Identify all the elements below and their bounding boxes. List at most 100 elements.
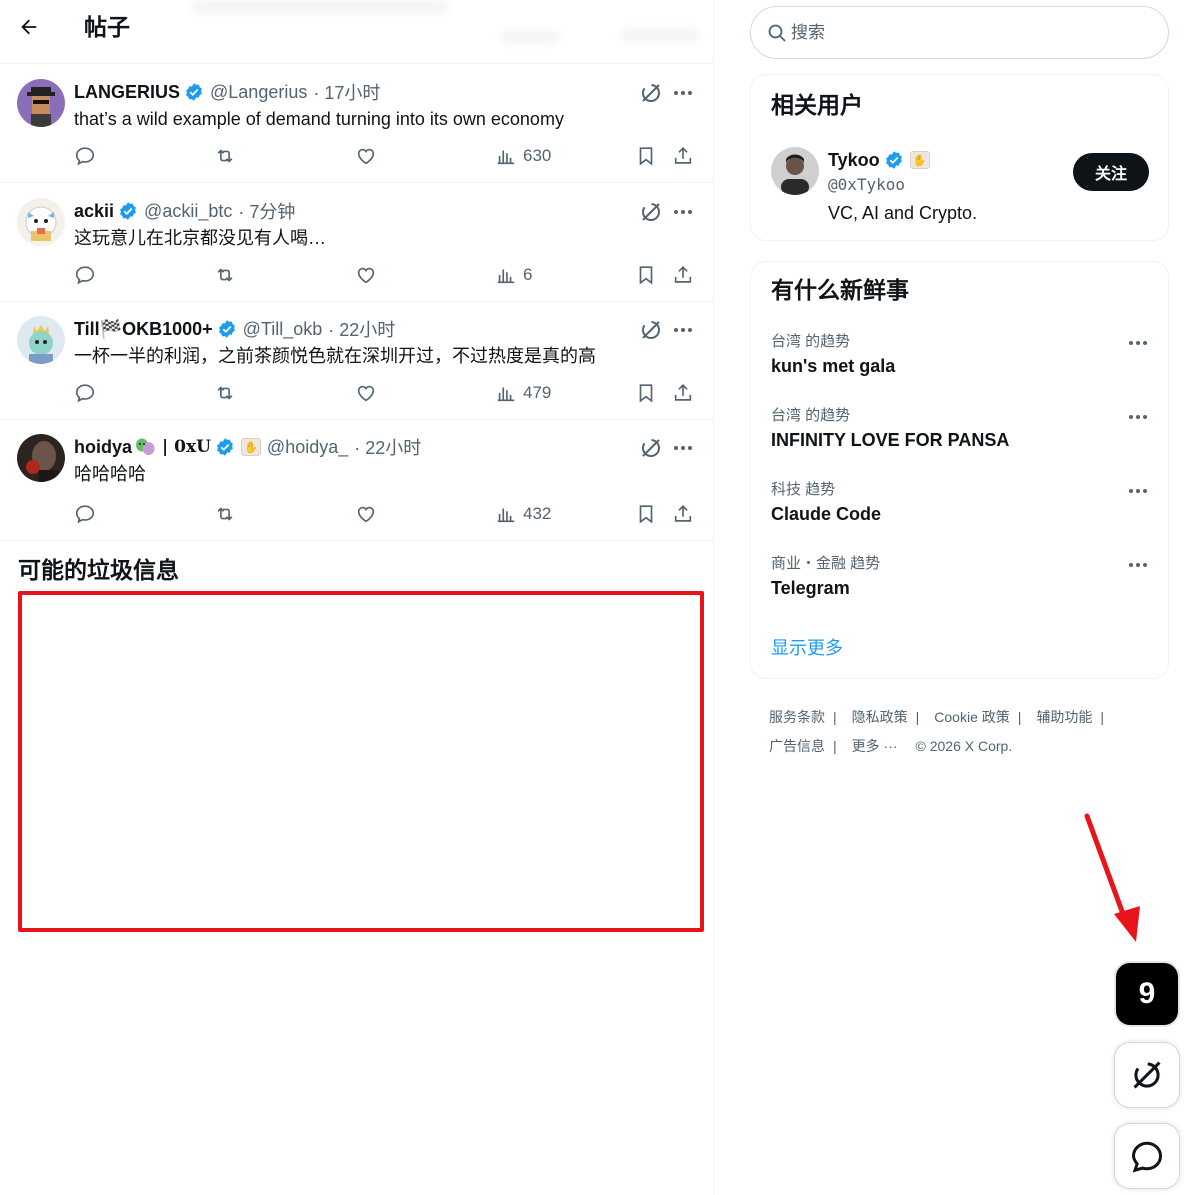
share-icon	[674, 384, 692, 401]
trend-item[interactable]: 台湾 的趋势 kun's met gala	[771, 332, 1151, 392]
footer-link-more[interactable]: 更多 ···	[852, 736, 898, 756]
back-button[interactable]	[14, 12, 44, 42]
bookmark-button[interactable]	[635, 260, 657, 290]
post-time[interactable]: · 22小时	[328, 316, 395, 342]
post[interactable]: Till🏁OKB1000+ @Till_okb · 22小时 一杯一半的利润，之…	[0, 302, 713, 420]
page-header: 帖子	[0, 0, 713, 64]
share-button[interactable]	[672, 141, 694, 171]
post[interactable]: hoidya | 0xU ✋ @hoidya_ · 22小时 哈哈哈哈 432	[0, 420, 713, 541]
views-button[interactable]: 479	[495, 378, 551, 408]
more-options-icon[interactable]	[1127, 554, 1149, 576]
show-more-link[interactable]: 显示更多	[771, 636, 843, 660]
like-button[interactable]	[355, 260, 377, 290]
avatar[interactable]	[17, 79, 65, 127]
avatar[interactable]	[17, 316, 65, 364]
share-button[interactable]	[672, 499, 694, 529]
bookmark-icon	[639, 505, 653, 524]
post-text: 哈哈哈哈	[74, 464, 146, 484]
author-handle[interactable]: @Till_okb	[243, 319, 323, 340]
affiliate-badge-icon: ✋	[909, 151, 930, 169]
trend-item[interactable]: 商业・金融 趋势 Telegram	[771, 554, 1151, 614]
more-options-icon[interactable]	[1127, 332, 1149, 354]
trend-meta: 科技 趋势	[771, 481, 836, 498]
footer: 服务条款 | 隐私政策 | Cookie 政策 | 辅助功能 | 广告信息 | 更多 ··…	[769, 702, 1169, 760]
reply-button[interactable]	[74, 260, 96, 290]
post-time[interactable]: · 7分钟	[238, 198, 295, 224]
post-time[interactable]: · 22小时	[354, 434, 421, 460]
grok-icon[interactable]	[638, 435, 664, 461]
footer-link-terms[interactable]: 服务条款	[769, 707, 825, 727]
trend-meta: 台湾 的趋势	[771, 333, 851, 350]
author-name[interactable]: LANGERIUS	[74, 82, 180, 103]
like-button[interactable]	[355, 378, 377, 408]
bookmark-button[interactable]	[635, 141, 657, 171]
reply-icon	[75, 384, 95, 403]
reply-button[interactable]	[74, 378, 96, 408]
reply-button[interactable]	[74, 499, 96, 529]
repost-button[interactable]	[214, 260, 236, 290]
user-handle[interactable]: @0xTykoo	[828, 173, 905, 197]
grok-icon[interactable]	[638, 199, 664, 225]
share-button[interactable]	[672, 260, 694, 290]
avatar[interactable]	[17, 198, 65, 246]
footer-link-privacy[interactable]: 隐私政策	[852, 707, 908, 727]
heart-icon	[357, 148, 375, 165]
heart-icon	[357, 267, 375, 284]
like-button[interactable]	[355, 499, 377, 529]
follow-button[interactable]: 关注	[1073, 153, 1149, 191]
grok-icon[interactable]	[638, 80, 664, 106]
trend-item[interactable]: 科技 趋势 Claude Code	[771, 480, 1151, 540]
views-button[interactable]: 432	[495, 499, 551, 529]
reply-icon	[75, 147, 95, 166]
spam-section-title: 可能的垃圾信息	[18, 557, 179, 583]
message-bubble-icon	[1131, 1141, 1163, 1173]
avatar[interactable]	[17, 434, 65, 482]
like-button[interactable]	[355, 141, 377, 171]
repost-button[interactable]	[214, 378, 236, 408]
footer-link-ads-info[interactable]: 广告信息	[769, 736, 825, 756]
trend-meta: 台湾 的趋势	[771, 407, 851, 424]
more-options-icon[interactable]	[672, 437, 694, 459]
search-bar[interactable]	[750, 6, 1169, 59]
reply-button[interactable]	[74, 141, 96, 171]
trend-name: kun's met gala	[771, 356, 896, 376]
more-options-icon[interactable]	[672, 82, 694, 104]
notification-count-button[interactable]: 9	[1114, 961, 1180, 1027]
bookmark-button[interactable]	[635, 499, 657, 529]
related-users-card: 相关用户 Tykoo ✋ @0xTykoo VC, AI and Crypto.…	[750, 74, 1169, 241]
trend-item[interactable]: 台湾 的趋势 INFINITY LOVE FOR PANSA	[771, 406, 1151, 466]
avatar[interactable]	[771, 147, 819, 195]
footer-link-accessibility[interactable]: 辅助功能	[1036, 707, 1092, 727]
user-name[interactable]: Tykoo	[828, 150, 880, 171]
search-input[interactable]	[791, 19, 1151, 47]
more-options-icon[interactable]	[1127, 480, 1149, 502]
author-name[interactable]: hoidya	[74, 437, 132, 458]
author-name[interactable]: Till🏁OKB1000+	[74, 319, 213, 340]
footer-copyright: © 2026 X Corp.	[915, 737, 1013, 754]
more-options-icon[interactable]	[672, 319, 694, 341]
post[interactable]: LANGERIUS @Langerius · 17小时 that’s a wil…	[0, 65, 713, 183]
bookmark-icon	[639, 266, 653, 285]
more-options-icon[interactable]	[1127, 406, 1149, 428]
post[interactable]: ackii @ackii_btc · 7分钟 这玩意儿在北京都没见有人喝… 6	[0, 184, 713, 302]
red-arrow-annotation-icon	[1084, 813, 1140, 942]
views-button[interactable]: 630	[495, 141, 551, 171]
bookmark-button[interactable]	[635, 378, 657, 408]
post-text: that’s a wild example of demand turning …	[74, 109, 564, 129]
repost-button[interactable]	[214, 141, 236, 171]
author-name[interactable]: ackii	[74, 201, 114, 222]
grok-icon[interactable]	[638, 317, 664, 343]
repost-button[interactable]	[214, 499, 236, 529]
heart-icon	[357, 385, 375, 402]
analytics-icon	[497, 269, 515, 284]
footer-link-cookie[interactable]: Cookie 政策	[934, 707, 1009, 727]
messages-button[interactable]	[1114, 1123, 1180, 1189]
author-handle[interactable]: @ackii_btc	[144, 201, 232, 222]
views-button[interactable]: 6	[495, 260, 532, 290]
author-handle[interactable]: @hoidya_	[267, 437, 348, 458]
author-handle[interactable]: @Langerius	[210, 82, 307, 103]
post-time[interactable]: · 17小时	[313, 79, 380, 105]
more-options-icon[interactable]	[672, 201, 694, 223]
share-button[interactable]	[672, 378, 694, 408]
grok-button[interactable]	[1114, 1042, 1180, 1108]
